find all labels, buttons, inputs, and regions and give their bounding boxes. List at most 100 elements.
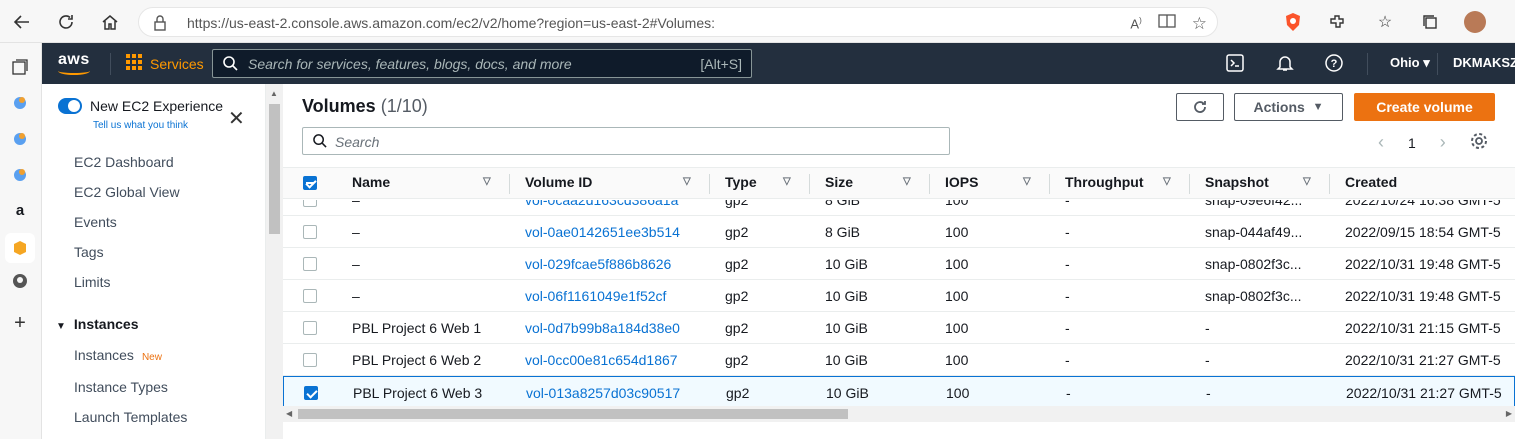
refresh-button[interactable] [1176,93,1224,121]
sort-icon[interactable]: ▽ [1303,176,1311,187]
cell-volume-id[interactable]: vol-06f1161049e1f52cf [525,288,666,304]
home-icon[interactable] [100,12,120,32]
favorite-add-icon[interactable]: ☆ [1192,14,1207,34]
favorites-icon[interactable]: ☆ [1375,12,1395,32]
nav-instance-types[interactable]: Instance Types [74,379,168,395]
nav-launch-templates[interactable]: Launch Templates [74,409,187,425]
cell-volume-id[interactable]: vol-029fcae5f886b8626 [525,256,671,272]
sort-icon[interactable]: ▽ [783,176,791,187]
col-header-volume-id[interactable]: Volume ID ▽ [525,174,691,190]
prev-page-icon[interactable]: ‹ [1378,132,1384,153]
row-checkbox[interactable] [303,289,317,303]
cell-volume-id[interactable]: vol-0caa2d163cd386a1a [525,200,678,208]
scroll-right-icon[interactable]: ▶ [1506,409,1512,418]
page-number[interactable]: 1 [1408,135,1416,151]
cell-volume-id[interactable]: vol-0cc00e81c654d1867 [525,352,678,368]
scroll-up-icon[interactable]: ▲ [270,89,278,98]
sort-icon[interactable]: ▽ [1023,176,1031,187]
sort-icon[interactable]: ▽ [483,176,491,187]
nav-events[interactable]: Events [74,214,117,230]
discover-icon[interactable] [10,93,30,113]
table-row[interactable]: PBL Project 6 Web 1 vol-0d7b99b8a184d38e0… [283,312,1515,344]
sort-icon[interactable]: ▽ [1163,176,1171,187]
immersive-reader-icon[interactable] [1158,13,1176,34]
nav-instances[interactable]: Instances New [74,347,162,363]
column-divider[interactable] [929,174,930,194]
select-all-checkbox[interactable] [303,176,317,190]
read-aloud-icon[interactable]: A) [1130,16,1141,31]
cloudshell-icon[interactable] [1225,53,1245,73]
sidebar-scrollbar[interactable]: ▲ [266,84,283,439]
bell-icon[interactable] [1275,53,1295,73]
col-header-snapshot[interactable]: Snapshot ▽ [1205,174,1311,190]
sort-icon[interactable]: ▽ [903,176,911,187]
row-checkbox[interactable] [303,257,317,271]
refresh-icon[interactable] [56,12,76,32]
feedback-link[interactable]: Tell us what you think [93,120,188,131]
close-icon[interactable]: ✕ [228,106,245,131]
discover-icon[interactable] [10,165,30,185]
col-header-created[interactable]: Created [1345,174,1397,190]
column-divider[interactable] [709,174,710,194]
column-divider[interactable] [809,174,810,194]
cell-name: – [352,224,360,240]
collections-icon[interactable] [1420,12,1440,32]
column-divider[interactable] [1189,174,1190,194]
github-icon[interactable] [10,271,30,291]
discover-icon[interactable] [10,129,30,149]
sort-icon[interactable]: ▽ [683,176,691,187]
row-checkbox[interactable] [303,353,317,367]
nav-ec2-dashboard[interactable]: EC2 Dashboard [74,154,174,170]
filter-input[interactable]: Search [302,127,950,155]
actions-button[interactable]: Actions ▼ [1234,93,1343,121]
cell-volume-id[interactable]: vol-0d7b99b8a184d38e0 [525,320,680,336]
extensions-icon[interactable] [1327,12,1347,32]
column-divider[interactable] [1329,174,1330,194]
region-selector[interactable]: Ohio ▾ [1390,55,1430,71]
col-header-iops[interactable]: IOPS ▽ [945,174,1031,190]
row-checkbox[interactable] [303,321,317,335]
column-divider[interactable] [509,174,510,194]
nav-tags[interactable]: Tags [74,244,104,260]
brave-shield-icon[interactable] [1283,12,1303,32]
create-volume-button[interactable]: Create volume [1354,93,1495,121]
cell-volume-id[interactable]: vol-0ae0142651ee3b514 [525,224,680,240]
col-header-throughput[interactable]: Throughput ▽ [1065,174,1171,190]
profile-avatar[interactable] [1464,11,1486,33]
column-divider[interactable] [1049,174,1050,194]
cell-volume-id[interactable]: vol-013a8257d03c90517 [526,385,680,401]
address-bar[interactable]: https://us-east-2.console.aws.amazon.com… [138,7,1218,37]
nav-section-instances[interactable]: ▼ Instances [56,316,139,332]
aws-console-icon[interactable] [5,233,35,263]
back-icon[interactable] [12,12,32,32]
scrollbar-thumb[interactable] [298,409,848,419]
scrollbar-thumb[interactable] [269,104,280,234]
amazon-icon[interactable]: a [10,200,30,220]
toggle-switch[interactable] [58,98,82,114]
aws-search-input[interactable]: Search for services, features, blogs, do… [212,49,752,78]
add-icon[interactable]: + [10,312,30,334]
help-icon[interactable]: ? [1324,53,1344,73]
table-row[interactable]: – vol-06f1161049e1f52cf gp2 10 GiB 100 - snap-… [283,280,1515,312]
nav-ec2-global-view[interactable]: EC2 Global View [74,184,180,200]
nav-limits[interactable]: Limits [74,274,111,290]
col-header-name[interactable]: Name ▽ [352,174,491,190]
col-header-size[interactable]: Size ▽ [825,174,911,190]
table-horizontal-scrollbar[interactable]: ◀ ▶ [283,406,1515,422]
col-header-type[interactable]: Type ▽ [725,174,791,190]
table-row[interactable]: – vol-0ae0142651ee3b514 gp2 8 GiB 100 - snap-0… [283,216,1515,248]
table-row[interactable]: – vol-029fcae5f886b8626 gp2 10 GiB 100 - snap-… [283,248,1515,280]
services-menu[interactable]: Services [126,54,204,73]
row-checkbox[interactable] [303,225,317,239]
table-row[interactable]: PBL Project 6 Web 2 vol-0cc00e81c654d1867… [283,344,1515,376]
account-menu[interactable]: DKMAKSZA [1453,55,1515,70]
scroll-left-icon[interactable]: ◀ [286,409,292,418]
row-checkbox[interactable] [303,200,317,207]
next-page-icon[interactable]: › [1440,132,1446,153]
settings-gear-icon[interactable] [1470,132,1488,153]
row-checkbox[interactable] [304,386,318,400]
table-row[interactable]: PBL Project 6 Web 3 vol-013a8257d03c90517… [283,376,1515,406]
tab-actions-icon[interactable] [10,57,30,77]
aws-logo[interactable]: aws [58,51,90,75]
table-row[interactable]: – vol-0caa2d163cd386a1a gp2 8 GiB 100 - snap-0… [283,200,1515,216]
